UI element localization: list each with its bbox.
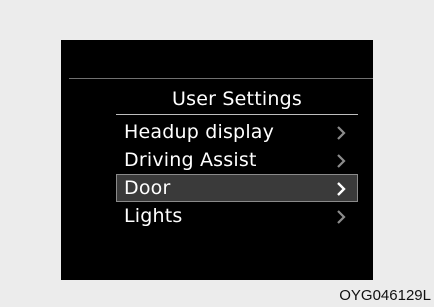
menu-item-label: Lights — [124, 205, 183, 227]
screen-title: User Settings — [172, 88, 302, 110]
cluster-display: User Settings Headup display Driving Ass… — [61, 40, 373, 280]
chevron-right-icon — [335, 126, 347, 140]
top-divider — [69, 78, 373, 79]
title-divider — [116, 114, 358, 115]
figure-code: OYG046129L — [339, 287, 431, 304]
chevron-right-icon — [335, 210, 347, 224]
menu-item-lights[interactable]: Lights — [116, 202, 358, 230]
menu-item-label: Driving Assist — [124, 149, 257, 171]
settings-menu: Headup display Driving Assist Door Light… — [116, 118, 358, 230]
menu-item-label: Door — [124, 177, 171, 199]
chevron-right-icon — [335, 154, 347, 168]
chevron-right-icon — [335, 182, 347, 196]
menu-item-door[interactable]: Door — [116, 174, 358, 202]
menu-item-driving-assist[interactable]: Driving Assist — [116, 146, 358, 174]
menu-item-label: Headup display — [124, 121, 275, 143]
menu-item-headup-display[interactable]: Headup display — [116, 118, 358, 146]
